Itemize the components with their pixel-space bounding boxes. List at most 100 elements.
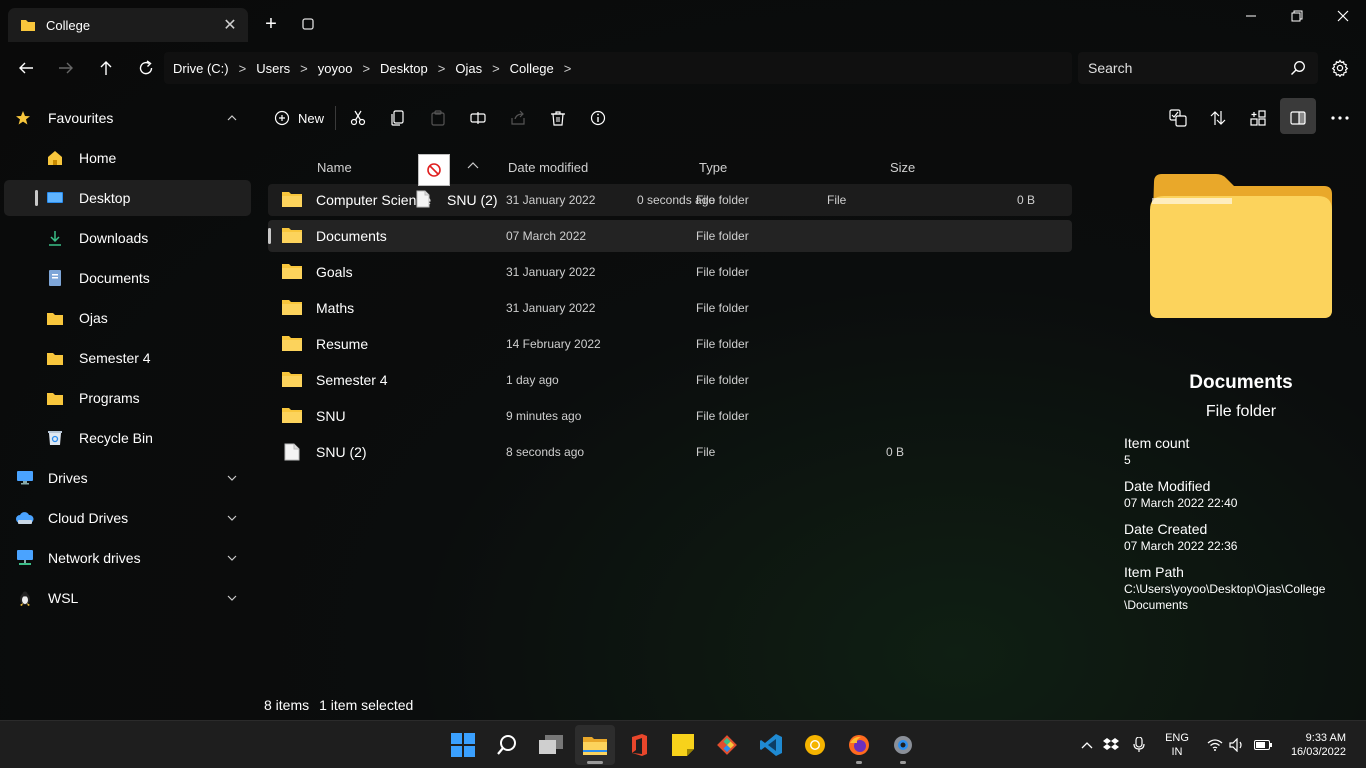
breadcrumb-college[interactable]: College > [510,61,582,76]
sort-button[interactable] [1206,106,1230,130]
start-button[interactable] [443,725,483,765]
sidebar-item-recycle-bin[interactable]: Recycle Bin [4,420,251,456]
file-type: File folder [696,373,749,387]
sidebar-item-wsl[interactable]: WSL [4,580,251,616]
close-tab-button[interactable]: ✕ [218,13,242,37]
chevron-down-icon[interactable] [224,470,240,486]
sidebar-item-documents[interactable]: Documents [4,260,251,296]
tray-microphone[interactable] [1129,735,1149,755]
file-row[interactable]: SNU 9 minutes ago File folder [268,400,1072,432]
sidebar-item-home[interactable]: Home [4,140,251,176]
file-row[interactable]: Maths 31 January 2022 File folder [268,292,1072,324]
task-view-button[interactable] [531,725,571,765]
system-clock[interactable]: 9:33 AM 16/03/2022 [1280,731,1346,759]
breadcrumb-ojas[interactable]: Ojas > [455,61,509,76]
taskbar-git[interactable] [707,725,747,765]
restore-button[interactable] [1274,0,1320,32]
file-row[interactable]: SNU (2) 8 seconds ago File 0 B [268,436,1072,468]
more-options-button[interactable] [1328,106,1352,130]
taskbar-search-button[interactable] [487,725,527,765]
file-name: Resume [316,336,369,352]
chevron-up-icon [1081,741,1093,749]
taskbar-file-explorer[interactable] [575,725,615,765]
folder-icon [282,299,302,315]
taskbar-settings[interactable] [883,725,923,765]
refresh-icon [138,60,154,76]
folder-icon [282,227,302,243]
file-row[interactable]: Documents 07 March 2022 File folder [268,220,1072,252]
file-row[interactable]: Resume 14 February 2022 File folder [268,328,1072,360]
sidebar-item-cloud-drives[interactable]: Cloud Drives [4,500,251,536]
breadcrumb-drive[interactable]: Drive (C:) > [173,61,256,76]
show-hidden-icons-button[interactable] [1077,735,1097,755]
paste-button[interactable] [426,106,450,130]
sidebar-item-semester-4[interactable]: Semester 4 [4,340,251,376]
tray-dropbox[interactable] [1101,735,1121,755]
column-header-name[interactable]: Name [317,160,352,175]
chevron-down-icon[interactable] [224,510,240,526]
settings-button[interactable] [1328,56,1352,80]
column-header-date-modified[interactable]: Date modified [508,160,588,175]
gear-icon [1331,59,1349,77]
breadcrumb[interactable]: Drive (C:) > Users > yoyoo > Desktop > Ojas >… [164,52,1072,84]
more-icon [1331,116,1349,120]
sidebar-item-drives[interactable]: Drives [4,460,251,496]
rename-icon [470,110,486,126]
file-row[interactable]: Semester 4 1 day ago File folder [268,364,1072,396]
chevron-down-icon[interactable] [224,590,240,606]
input-language-indicator[interactable]: ENG IN [1164,731,1190,759]
taskbar-firefox[interactable] [839,725,879,765]
breadcrumb-yoyoo[interactable]: yoyoo > [318,61,380,76]
close-window-button[interactable] [1320,0,1366,32]
column-header-size[interactable]: Size [890,160,915,175]
back-button[interactable] [14,56,38,80]
tray-volume[interactable] [1227,735,1247,755]
cut-button[interactable] [346,106,370,130]
cloud-drive-icon [16,509,34,527]
new-button[interactable]: New [268,102,330,134]
copy-button[interactable] [386,106,410,130]
delete-button[interactable] [546,106,570,130]
breadcrumb-users[interactable]: Users > [256,61,318,76]
tray-battery[interactable] [1253,735,1273,755]
folder-icon [282,335,302,351]
preview-subtitle: File folder [1205,403,1277,420]
folder-icon [282,191,302,207]
forward-button[interactable] [54,56,78,80]
tray-wifi[interactable] [1205,735,1225,755]
chevron-down-icon[interactable] [224,550,240,566]
preview-pane-button[interactable] [1286,106,1310,130]
taskbar-chrome-canary[interactable] [795,725,835,765]
drag-file-type: File [827,193,847,207]
file-row[interactable]: Goals 31 January 2022 File folder [268,256,1072,288]
column-header-type[interactable]: Type [699,160,727,175]
sidebar-item-desktop[interactable]: Desktop [4,180,251,216]
taskbar-sticky-notes[interactable] [663,725,703,765]
chevron-up-icon[interactable] [224,110,240,126]
sidebar-item-favourites[interactable]: Favourites [4,100,251,136]
minimize-button[interactable] [1228,0,1274,32]
breadcrumb-desktop[interactable]: Desktop > [380,61,455,76]
sidebar-item-programs[interactable]: Programs [4,380,251,416]
sidebar-item-downloads[interactable]: Downloads [4,220,251,256]
taskbar-office[interactable] [619,725,659,765]
search-input[interactable]: Search [1078,52,1318,84]
running-indicator [587,761,603,764]
selection-options-button[interactable] [1166,106,1190,130]
trash-icon [550,110,566,126]
sidebar-item-network-drives[interactable]: Network drives [4,540,251,576]
properties-button[interactable] [586,106,610,130]
tab-college[interactable]: College ✕ [8,8,248,42]
new-tab-button[interactable]: + [259,12,283,36]
refresh-button[interactable] [134,56,158,80]
tab-actions-button[interactable] [296,12,320,36]
rename-button[interactable] [466,106,490,130]
taskbar-vscode[interactable] [751,725,791,765]
file-type: File [696,445,716,459]
up-button[interactable] [94,56,118,80]
layout-button[interactable] [1246,106,1270,130]
share-button[interactable] [506,106,530,130]
sidebar-item-ojas[interactable]: Ojas [4,300,251,336]
file-name: Semester 4 [316,372,388,388]
arrow-left-icon [18,60,34,76]
